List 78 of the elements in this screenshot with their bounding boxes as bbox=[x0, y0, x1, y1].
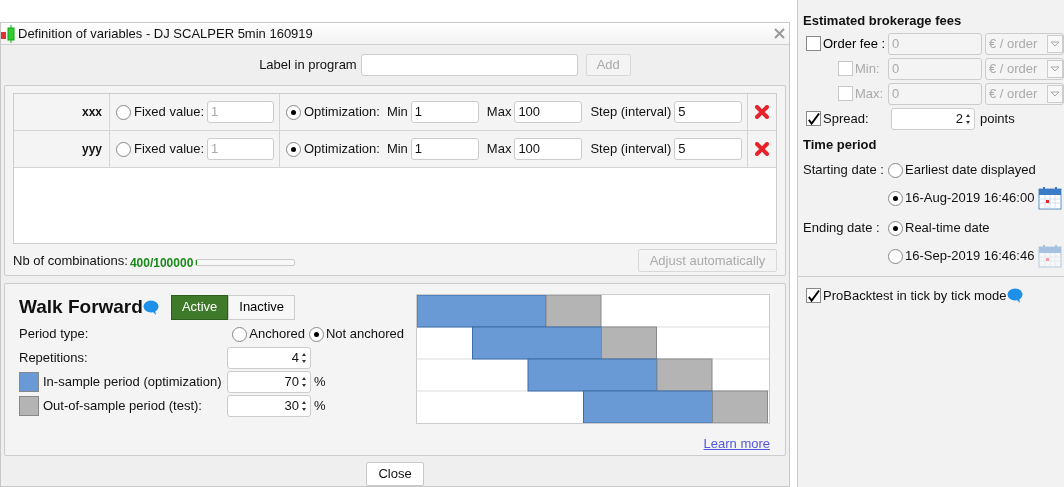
fixed-value-label: Fixed value: bbox=[134, 140, 205, 159]
repetitions-field[interactable]: 4 bbox=[227, 347, 311, 369]
period-type-option: Not anchored bbox=[325, 324, 404, 344]
spin-arrows-icon[interactable] bbox=[301, 400, 307, 412]
radio-button[interactable] bbox=[116, 104, 131, 120]
period-field[interactable]: 30 bbox=[227, 395, 311, 417]
percent-unit: % bbox=[314, 397, 326, 416]
toggle-tab[interactable]: Active bbox=[170, 294, 229, 320]
radio-button[interactable] bbox=[116, 141, 131, 157]
percent-unit: % bbox=[314, 373, 326, 392]
brokerage-heading: Estimated brokerage fees bbox=[803, 12, 963, 30]
min-field[interactable]: 1 bbox=[410, 101, 479, 123]
speech-bubble-icon[interactable] bbox=[1006, 288, 1023, 304]
combinations-count: 400/100000 bbox=[129, 254, 194, 272]
time-period-heading: Time period bbox=[803, 135, 878, 154]
min-label: Min bbox=[386, 103, 408, 122]
variable-name: xxx bbox=[81, 104, 102, 121]
date-option: Real-time date bbox=[905, 218, 990, 238]
min-label: Min bbox=[386, 140, 408, 159]
optimization-label: Optimization: bbox=[304, 140, 380, 159]
close-button[interactable]: Close bbox=[366, 462, 424, 486]
spin-arrows-icon[interactable] bbox=[301, 352, 307, 364]
fee-label: Min: bbox=[855, 59, 880, 78]
step-field[interactable]: 5 bbox=[674, 138, 743, 160]
tick-mode-label: ProBacktest in tick by tick mode bbox=[823, 287, 1007, 305]
label-in-program-label: Label in program bbox=[259, 56, 357, 75]
date-option: 16-Aug-2019 16:46:00 bbox=[905, 188, 1035, 208]
radio-button[interactable] bbox=[888, 248, 903, 264]
date-label: Ending date : bbox=[803, 219, 881, 238]
period-label: Out-of-sample period (test): bbox=[43, 397, 203, 416]
radio-button[interactable] bbox=[308, 326, 324, 342]
step-label: Step (interval) bbox=[590, 103, 672, 122]
max-label: Max bbox=[486, 140, 512, 159]
checkbox[interactable] bbox=[806, 111, 821, 126]
spread-field[interactable]: 2 bbox=[891, 107, 975, 130]
radio-button[interactable] bbox=[888, 190, 903, 206]
date-option: Earliest date displayed bbox=[905, 160, 1036, 180]
max-label: Max bbox=[486, 103, 512, 122]
calendar-icon[interactable] bbox=[1038, 186, 1063, 210]
variable-name: yyy bbox=[81, 141, 102, 158]
spin-arrows-icon[interactable] bbox=[965, 112, 971, 125]
spin-arrows-icon[interactable] bbox=[301, 376, 307, 388]
step-label: Step (interval) bbox=[590, 140, 672, 159]
max-field[interactable]: 100 bbox=[514, 138, 583, 160]
checkbox[interactable] bbox=[806, 36, 821, 51]
period-label: In-sample period (optimization) bbox=[43, 373, 223, 392]
learn-more-link[interactable]: Learn more bbox=[703, 434, 770, 454]
candlestick-icon bbox=[1, 23, 15, 44]
period-field[interactable]: 70 bbox=[227, 371, 311, 393]
period-type-label: Period type: bbox=[19, 325, 90, 344]
fee-label: Order fee : bbox=[823, 34, 886, 53]
radio-button[interactable] bbox=[286, 104, 301, 120]
spread-label: Spread: bbox=[823, 109, 870, 128]
radio-button[interactable] bbox=[232, 326, 248, 342]
fixed-value-label: Fixed value: bbox=[134, 103, 205, 122]
step-field[interactable]: 5 bbox=[674, 101, 743, 123]
walk-forward-title: Walk Forward bbox=[19, 294, 143, 319]
period-type-option: Anchored bbox=[249, 324, 305, 344]
date-option: 16-Sep-2019 16:46:46 bbox=[905, 246, 1035, 266]
radio-button[interactable] bbox=[888, 220, 903, 236]
date-label: Starting date : bbox=[803, 161, 885, 180]
checkbox[interactable] bbox=[806, 288, 821, 304]
spread-unit: points bbox=[980, 109, 1015, 128]
speech-bubble-icon[interactable] bbox=[142, 299, 159, 315]
combinations-label: Nb of combinations: bbox=[13, 251, 128, 270]
radio-button[interactable] bbox=[286, 141, 301, 157]
toggle-tab[interactable]: Inactive bbox=[228, 294, 296, 320]
min-field[interactable]: 1 bbox=[410, 138, 479, 160]
delete-icon[interactable] bbox=[755, 142, 769, 156]
delete-icon[interactable] bbox=[755, 105, 769, 119]
window-title: Definition of variables - DJ SCALPER 5min 160919 bbox=[18, 24, 314, 43]
optimization-label: Optimization: bbox=[304, 103, 380, 122]
label-in-program-field[interactable] bbox=[360, 54, 578, 76]
max-field[interactable]: 100 bbox=[514, 101, 583, 123]
close-icon[interactable] bbox=[774, 28, 785, 39]
repetitions-label: Repetitions: bbox=[19, 349, 89, 368]
radio-button[interactable] bbox=[888, 162, 903, 178]
fee-label: Max: bbox=[855, 84, 884, 103]
